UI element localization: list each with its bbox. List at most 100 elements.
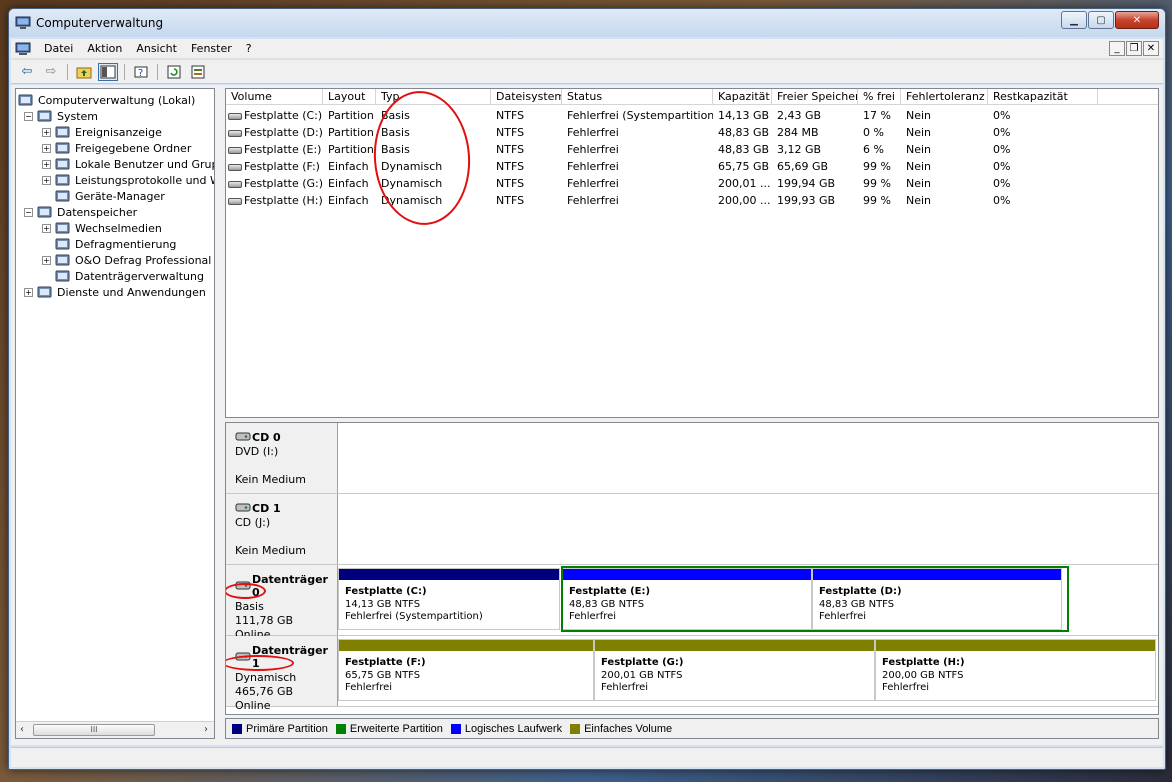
maximize-button[interactable]: ▢ (1088, 11, 1114, 29)
tree-item[interactable]: − Datenspeicher (24, 204, 137, 220)
help-button[interactable]: ? (131, 63, 151, 81)
minimize-icon: ▁ (1070, 14, 1078, 26)
expander-icon[interactable]: − (24, 207, 33, 217)
table-row[interactable]: Festplatte (G:) Einfach Dynamisch NTFS Fehle… (226, 175, 1158, 192)
cell-text: Festplatte (D:) (244, 126, 323, 139)
tree-item[interactable]: + Lokale Benutzer und Grupp (42, 156, 214, 172)
expander-icon[interactable]: + (42, 175, 51, 185)
expander-icon[interactable]: + (42, 127, 51, 137)
table-row[interactable]: Festplatte (H:) Einfach Dynamisch NTFS Fehle… (226, 192, 1158, 209)
menu-ansicht[interactable]: Ansicht (129, 42, 184, 55)
storage-icon (37, 205, 53, 219)
refresh-button[interactable] (164, 63, 184, 81)
menu-fenster[interactable]: Fenster (184, 42, 239, 55)
table-cell: Basis (376, 107, 491, 124)
menu-help[interactable]: ? (239, 42, 259, 55)
partition-block[interactable]: Festplatte (C:) 14,13 GB NTFS Fehlerfrei (… (338, 568, 560, 630)
table-cell: NTFS (491, 107, 562, 124)
arrow-right-icon: ⇨ (45, 64, 57, 79)
column-header[interactable]: % frei (858, 89, 901, 105)
tree-item[interactable]: + Dienste und Anwendungen (24, 284, 206, 300)
cell-text: Fehlerfrei (Systempartition) (567, 109, 713, 122)
column-header[interactable]: Freier Speicher (772, 89, 858, 105)
scroll-left-icon[interactable]: ‹ (20, 724, 24, 735)
tree-item[interactable]: − System (24, 108, 98, 124)
partition-block[interactable]: Festplatte (F:) 65,75 GB NTFS Fehlerfrei (338, 639, 594, 701)
properties-button[interactable] (188, 63, 208, 81)
column-header[interactable]: Typ (376, 89, 491, 105)
disk-label[interactable]: CD 0 DVD (I:) Kein Medium (226, 423, 338, 493)
table-row[interactable]: Festplatte (D:) Partition Basis NTFS Fehlerf… (226, 124, 1158, 141)
show-tree-button[interactable] (98, 62, 118, 81)
legend-swatch (335, 723, 346, 734)
close-button[interactable]: ✕ (1115, 11, 1159, 29)
expander-icon[interactable]: + (42, 143, 51, 153)
title-bar[interactable]: Computerverwaltung ▁ ▢ ✕ (9, 9, 1165, 37)
tree-item[interactable]: + O&O Defrag Professional E (42, 252, 214, 268)
scroll-thumb[interactable]: III (33, 724, 155, 736)
cell-text: Festplatte (C:) (244, 109, 323, 122)
table-cell: NTFS (491, 158, 562, 175)
up-button[interactable] (74, 63, 94, 81)
tree-item[interactable]: Defragmentierung (42, 236, 176, 252)
partition-block[interactable]: Festplatte (G:) 200,01 GB NTFS Fehlerfrei (594, 639, 875, 701)
column-header[interactable]: Volume (226, 89, 323, 105)
cell-text: 6 % (863, 143, 884, 156)
column-header[interactable]: Restkapazität (988, 89, 1098, 105)
mdi-minimize-button[interactable]: _ (1109, 41, 1125, 56)
disk-label[interactable]: Datenträger 1 Dynamisch 465,76 GB Online (226, 636, 338, 712)
disk-label[interactable]: Datenträger 0 Basis 111,78 GB Online (226, 565, 338, 641)
cell-text: Fehlerfrei (567, 160, 619, 173)
console-icon[interactable] (15, 42, 31, 56)
tree-item[interactable]: + Wechselmedien (42, 220, 162, 236)
disk-management-pane: Volume Layout Typ Dateisystem Status Kapazitä… (225, 88, 1159, 739)
device-manager-icon (55, 189, 71, 203)
column-header[interactable]: Fehlertoleranz (901, 89, 988, 105)
tree-item[interactable]: + Ereignisanzeige (42, 124, 162, 140)
table-row[interactable]: Festplatte (F:) Einfach Dynamisch NTFS Fehle… (226, 158, 1158, 175)
scroll-right-icon[interactable]: › (204, 724, 208, 735)
partition-block[interactable]: Festplatte (H:) 200,00 GB NTFS Fehlerfrei (875, 639, 1156, 701)
cell-text: 199,94 GB (777, 177, 836, 190)
disk-info-line3: Kein Medium (235, 544, 306, 557)
tree-item[interactable]: + Freigegebene Ordner (42, 140, 191, 156)
table-cell: NTFS (491, 124, 562, 141)
partition-block[interactable]: Festplatte (E:) 48,83 GB NTFS Fehlerfrei (562, 568, 812, 630)
column-header[interactable]: Dateisystem (491, 89, 562, 105)
expander-icon[interactable]: + (24, 287, 33, 297)
column-header[interactable]: Kapazität (713, 89, 772, 105)
mdi-close-button[interactable]: ✕ (1143, 41, 1159, 56)
table-cell: Basis (376, 141, 491, 158)
tree-item[interactable]: + Leistungsprotokolle und W (42, 172, 214, 188)
expander-icon[interactable]: + (42, 255, 51, 265)
partition-text: Festplatte (C:) 14,13 GB NTFS Fehlerfrei (… (345, 586, 483, 624)
column-header[interactable]: Layout (323, 89, 376, 105)
cell-text: Festplatte (G:) (244, 177, 323, 190)
folder-up-icon (76, 67, 92, 78)
disk-info-line3: Kein Medium (235, 473, 306, 486)
disk-label[interactable]: CD 1 CD (J:) Kein Medium (226, 494, 338, 564)
tree-item[interactable]: Computerverwaltung (Lokal) (18, 92, 195, 108)
cell-text: Dynamisch (381, 177, 443, 190)
column-header[interactable]: Status (562, 89, 713, 105)
disk-name: CD 1 (235, 502, 337, 515)
menu-aktion[interactable]: Aktion (80, 42, 129, 55)
expander-icon[interactable]: + (42, 159, 51, 169)
cell-text: Basis (381, 109, 410, 122)
disk-name: Datenträger 0 (235, 573, 337, 599)
tree-horizontal-scrollbar[interactable]: ‹ III › (16, 721, 214, 738)
menu-datei[interactable]: Datei (37, 42, 80, 55)
tree-item[interactable]: Geräte-Manager (42, 188, 165, 204)
mdi-restore-button[interactable]: ❐ (1126, 41, 1142, 56)
table-row[interactable]: Festplatte (C:) Partition Basis NTFS Fehlerf… (226, 107, 1158, 124)
forward-button[interactable]: ⇨ (41, 63, 61, 81)
cell-text: Festplatte (F:) (244, 160, 320, 173)
expander-icon[interactable]: + (42, 223, 51, 233)
table-cell: Basis (376, 124, 491, 141)
minimize-button[interactable]: ▁ (1061, 11, 1087, 29)
back-button[interactable]: ⇦ (17, 63, 37, 81)
expander-icon[interactable]: − (24, 111, 33, 121)
partition-block[interactable]: Festplatte (D:) 48,83 GB NTFS Fehlerfrei (812, 568, 1062, 630)
table-row[interactable]: Festplatte (E:) Partition Basis NTFS Fehlerf… (226, 141, 1158, 158)
tree-item[interactable]: Datenträgerverwaltung (42, 268, 204, 284)
